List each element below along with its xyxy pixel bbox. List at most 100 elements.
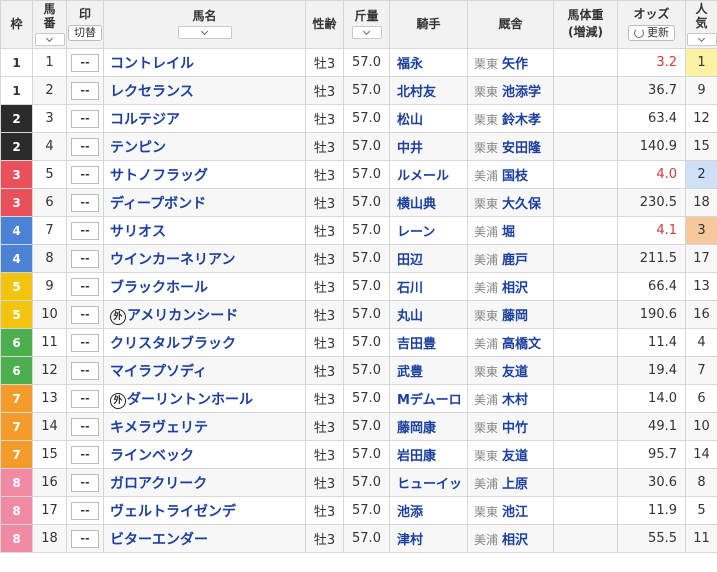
- mark-select[interactable]: --: [71, 445, 99, 464]
- table-row: 6 12 -- マイラプソディ 牡3 57.0 武豊 栗東 友道 19.4 7: [0, 356, 717, 385]
- horse-name-link[interactable]: ダーリントンホール: [127, 392, 253, 408]
- mark-select[interactable]: --: [71, 53, 99, 72]
- popularity-cell: 6: [685, 384, 717, 413]
- horse-name-link[interactable]: コルテジア: [110, 112, 180, 128]
- mark-select[interactable]: --: [71, 249, 99, 268]
- header-weight[interactable]: 斤量: [343, 0, 390, 49]
- header-name[interactable]: 馬名: [103, 0, 306, 49]
- trainer-link[interactable]: 相沢: [502, 281, 528, 296]
- body-weight-cell: [553, 496, 618, 525]
- trainer-link[interactable]: 藤岡: [502, 309, 528, 324]
- jockey-link[interactable]: 藤岡康: [397, 421, 436, 436]
- trainer-link[interactable]: 鹿戸: [502, 253, 528, 268]
- trainer-link[interactable]: 矢作: [502, 57, 528, 72]
- sort-name-chevron-down-icon[interactable]: [177, 26, 232, 40]
- jockey-link[interactable]: 中井: [397, 141, 423, 156]
- horse-name-link[interactable]: レクセランス: [110, 84, 194, 100]
- jockey-cell: 吉田豊: [389, 328, 468, 357]
- horse-name-link[interactable]: キメラヴェリテ: [110, 420, 208, 436]
- mark-select[interactable]: --: [71, 361, 99, 380]
- trainer-link[interactable]: 相沢: [502, 533, 528, 548]
- horse-name-link[interactable]: ヴェルトライゼンデ: [110, 504, 236, 520]
- table-row: 1 2 -- レクセランス 牡3 57.0 北村友 栗東 池添学 36.7 9: [0, 76, 717, 105]
- table-row: 4 8 -- ウインカーネリアン 牡3 57.0 田辺 美浦 鹿戸 211.5 17: [0, 244, 717, 273]
- trainer-link[interactable]: 友道: [502, 449, 528, 464]
- trainer-link[interactable]: 大久保: [502, 197, 541, 212]
- jockey-link[interactable]: 松山: [397, 113, 423, 128]
- table-header-row: 枠 馬番 印 切替 馬名 性齢 斤量 騎手 厩舎 馬体重 (増減) オッズ 更新: [0, 0, 717, 49]
- mark-select[interactable]: --: [71, 137, 99, 156]
- body-weight-cell: [553, 160, 618, 189]
- mark-select[interactable]: --: [71, 193, 99, 212]
- weight-cell: 57.0: [343, 48, 390, 77]
- horse-name-link[interactable]: ブラックホール: [110, 280, 208, 296]
- jockey-link[interactable]: 横山典: [397, 197, 436, 212]
- header-body-weight: 馬体重 (増減): [553, 0, 618, 49]
- refresh-button[interactable]: 更新: [628, 24, 675, 42]
- body-weight-cell: [553, 188, 618, 217]
- horse-name-link[interactable]: ラインベック: [110, 448, 194, 464]
- jockey-link[interactable]: Mデムーロ: [397, 393, 462, 408]
- mark-select[interactable]: --: [71, 165, 99, 184]
- trainer-link[interactable]: 国枝: [502, 169, 528, 184]
- jockey-link[interactable]: レーン: [397, 225, 435, 240]
- horse-name-link[interactable]: ウインカーネリアン: [110, 252, 235, 268]
- horse-name-link[interactable]: ディープボンド: [110, 196, 206, 212]
- sort-popularity-chevron-down-icon[interactable]: [686, 32, 717, 46]
- sort-umaban-chevron-down-icon[interactable]: [34, 32, 65, 46]
- horse-name-link[interactable]: クリスタルブラック: [110, 336, 236, 352]
- trainer-link[interactable]: 池江: [502, 505, 528, 520]
- horse-name-link[interactable]: ガロアクリーク: [110, 476, 207, 492]
- mark-select[interactable]: --: [71, 333, 99, 352]
- horse-name-link[interactable]: マイラプソディ: [110, 364, 207, 380]
- horse-name-link[interactable]: コントレイル: [110, 56, 194, 72]
- header-waku[interactable]: 枠: [0, 0, 33, 49]
- jockey-link[interactable]: 津村: [397, 533, 423, 548]
- mark-select[interactable]: --: [71, 221, 99, 240]
- jockey-link[interactable]: 福永: [397, 57, 423, 72]
- trainer-link[interactable]: 中竹: [502, 421, 528, 436]
- horse-name-link[interactable]: テンピン: [110, 140, 166, 156]
- table-row: 2 3 -- コルテジア 牡3 57.0 松山 栗東 鈴木孝 63.4 12: [0, 104, 717, 133]
- mark-toggle-button[interactable]: 切替: [68, 24, 102, 42]
- jockey-link[interactable]: 石川: [397, 281, 423, 296]
- sort-weight-chevron-down-icon[interactable]: [351, 26, 382, 40]
- horse-name-link[interactable]: サリオス: [110, 224, 166, 240]
- jockey-cell: Mデムーロ: [389, 384, 468, 413]
- header-umaban[interactable]: 馬番: [32, 0, 67, 49]
- trainer-link[interactable]: 友道: [502, 365, 528, 380]
- mark-select[interactable]: --: [71, 417, 99, 436]
- jockey-link[interactable]: ルメール: [397, 169, 449, 184]
- horse-name-link[interactable]: アメリカンシード: [127, 308, 238, 324]
- mark-select[interactable]: --: [71, 305, 99, 324]
- horse-name-link[interactable]: ビターエンダー: [110, 532, 208, 548]
- body-weight-cell: [553, 524, 618, 553]
- mark-select[interactable]: --: [71, 389, 99, 408]
- mark-select[interactable]: --: [71, 109, 99, 128]
- trainer-cell: 栗東 中竹: [467, 412, 554, 441]
- trainer-link[interactable]: 安田隆: [502, 141, 541, 156]
- jockey-link[interactable]: 池添: [397, 505, 423, 520]
- mark-select[interactable]: --: [71, 473, 99, 492]
- jockey-link[interactable]: 武豊: [397, 365, 423, 380]
- mark-select[interactable]: --: [71, 81, 99, 100]
- jockey-link[interactable]: 北村友: [397, 85, 436, 100]
- mark-select[interactable]: --: [71, 501, 99, 520]
- trainer-link[interactable]: 木村: [502, 393, 528, 408]
- trainer-cell: 美浦堀: [467, 216, 554, 245]
- jockey-link[interactable]: ヒューイッ: [397, 477, 462, 492]
- trainer-link[interactable]: 上原: [502, 477, 528, 492]
- jockey-link[interactable]: 吉田豊: [397, 337, 436, 352]
- trainer-link[interactable]: 堀: [502, 225, 515, 240]
- jockey-link[interactable]: 田辺: [397, 253, 423, 268]
- waku-cell: 7: [0, 440, 33, 469]
- mark-select[interactable]: --: [71, 529, 99, 548]
- trainer-link[interactable]: 池添学: [502, 85, 541, 100]
- horse-name-link[interactable]: サトノフラッグ: [110, 168, 208, 184]
- trainer-link[interactable]: 高橋文: [502, 337, 541, 352]
- trainer-link[interactable]: 鈴木孝: [502, 113, 541, 128]
- mark-select[interactable]: --: [71, 277, 99, 296]
- header-popularity[interactable]: 人気: [685, 0, 717, 49]
- jockey-link[interactable]: 岩田康: [397, 449, 436, 464]
- jockey-link[interactable]: 丸山: [397, 309, 423, 324]
